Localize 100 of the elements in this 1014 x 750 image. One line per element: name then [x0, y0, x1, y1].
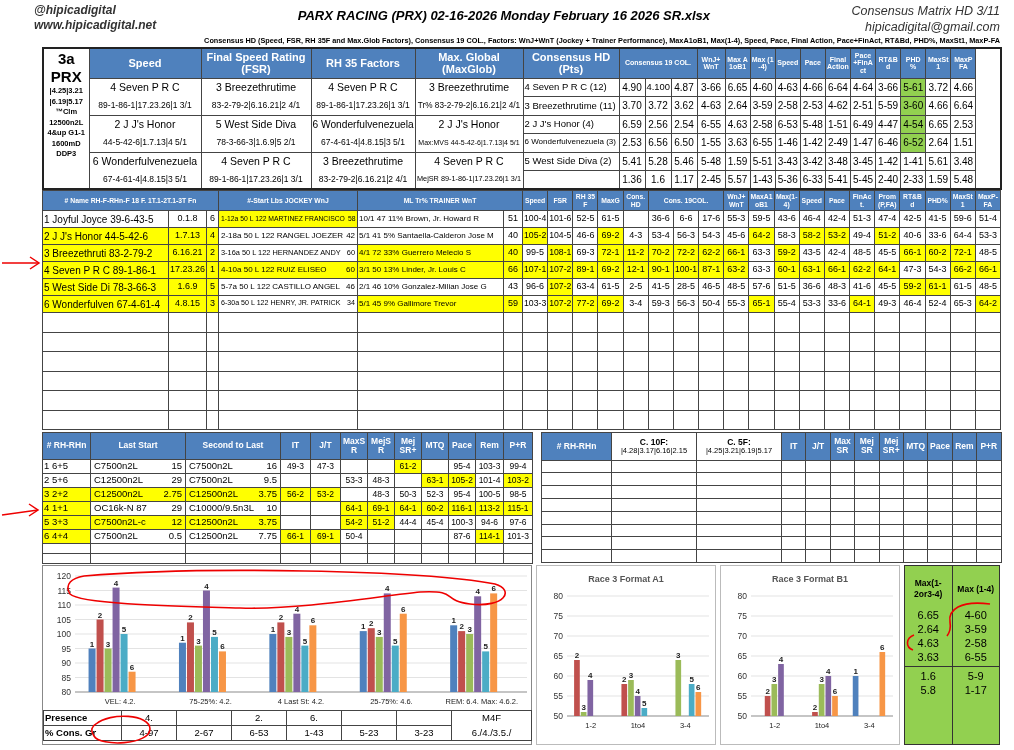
table-cell: 1.6	[920, 669, 936, 683]
column-header: IT	[788, 441, 799, 451]
table-cell: 52-3	[421, 487, 449, 502]
table-cell: 2-33	[900, 170, 926, 189]
column-header: Mej SR	[858, 436, 875, 456]
table-cell: 56-3	[673, 295, 699, 313]
table-cell: 46-5	[698, 278, 724, 296]
bar-label: 1	[853, 667, 858, 676]
table-cell: 100-3	[448, 515, 476, 530]
bar-label: 2	[622, 675, 627, 684]
table-cell: 5-41	[827, 174, 848, 185]
table-cell: 1-47	[853, 137, 873, 149]
table-cell: 61-5	[597, 210, 624, 228]
table-cell: 47-3	[310, 459, 341, 474]
table-cell: 101-6	[547, 210, 573, 228]
consensus-pick: 3 Breezethrutime (11)	[524, 99, 616, 111]
axis-tick-label: 80	[61, 687, 71, 697]
table-cell: 1 Joyful Joyce 39-6-43-5	[42, 210, 169, 228]
column-header: Rem	[480, 440, 499, 451]
table-cell: 4.63	[727, 118, 748, 130]
table-cell: 1-43	[304, 726, 324, 738]
bar	[852, 676, 859, 716]
race-class: C7500n2L	[94, 461, 138, 472]
table-cell: 2.	[255, 711, 263, 723]
bar-label: 5	[393, 636, 398, 646]
bar-label: 3	[286, 627, 292, 637]
table-cell: 41-5	[925, 210, 951, 228]
horse-name: 2 J J's Honor	[114, 117, 176, 130]
table-cell: 6.65	[928, 118, 949, 130]
table-cell: 2/1 46 10% Gonzalez-Milian Jose G	[357, 278, 504, 296]
consensus-pick: 6 Wonderfulvenezuela (3)	[524, 137, 616, 147]
table-cell: 1.36	[622, 174, 642, 185]
horse-figures: 78-3-66-3|1.6.9|5 2/1	[216, 136, 296, 147]
table-cell: 46-6	[572, 227, 598, 245]
bar-label: 4	[588, 671, 593, 680]
bar-label: 6	[129, 662, 135, 672]
table-cell: 61-5	[597, 278, 624, 296]
bar-label: 2	[574, 651, 580, 660]
matrix-label: Consensus Matrix HD 3/11	[851, 3, 1000, 19]
table-cell: 42-5	[899, 210, 925, 228]
chart-title: Race 3 Format A1	[588, 574, 664, 584]
race-value: 0.5	[168, 531, 182, 542]
jockey-text: 5-7a 50 L 122 CASTILLO ANGEL	[221, 282, 340, 292]
table-cell: 4.100	[646, 81, 670, 93]
axis-tick-label: 80	[737, 591, 747, 601]
column-header: C. 5F:	[726, 437, 752, 447]
race-class: C7500n2L-c	[94, 517, 146, 528]
table-cell: 94-6	[475, 515, 504, 530]
table-cell: 5-23	[359, 726, 379, 738]
axis-tick-label: 120	[56, 571, 71, 581]
horse-name: 4 Seven P R C	[328, 80, 398, 93]
race-class: C12500n2L	[94, 475, 144, 486]
table-cell: 3-66	[878, 81, 899, 93]
table-cell: 3.72	[928, 81, 949, 93]
horse-figures: Tr% 83-2-79-2|6.16.21|2 4/1	[417, 101, 521, 110]
consensus-pick: 5 West Side Diva (2)	[524, 155, 612, 167]
table-cell: 95-4	[448, 459, 476, 474]
table-cell: 5.28	[648, 155, 668, 167]
table-cell: 100-4	[522, 210, 548, 228]
chart-title: Race 3 Format B1	[772, 574, 848, 584]
race-value: 29	[171, 503, 182, 514]
table-cell: 1-42	[802, 137, 823, 149]
race-value: 7.75	[258, 531, 277, 542]
table-cell: 49-3	[874, 295, 900, 313]
annotation-arrow	[1, 256, 41, 270]
table-cell: 41-5	[648, 278, 674, 296]
table-cell: 45-5	[874, 244, 900, 262]
horse-name: 6 Wonderfulvenezuela	[92, 154, 198, 167]
bar-label: 6	[880, 643, 885, 652]
bar-label: 4	[294, 604, 300, 614]
table-cell: 1.51	[953, 137, 974, 149]
table-cell: 6.65	[917, 608, 939, 622]
column-header: Pace	[929, 441, 951, 451]
column-header: Consensus HD (Pts)	[531, 51, 611, 76]
table-cell: 2-5	[623, 278, 649, 296]
horse-figures: 89-1-86-1|17.23.26|1 3/1	[98, 99, 192, 110]
jockey-score: 42	[346, 231, 356, 241]
table-cell: 49-4	[849, 227, 875, 245]
horse-figures: 44-5-42-6|1.7.13|4 5/1	[103, 136, 187, 147]
table-cell: 2.54	[674, 118, 694, 130]
table-cell: 61-5	[950, 278, 976, 296]
race-class: OC16k-N 87	[94, 503, 147, 514]
table-cell: 2 5+6	[42, 473, 91, 488]
table-cell: 4.87	[674, 81, 694, 93]
bar-label: 6	[401, 604, 406, 614]
race-class: C7500n2L	[94, 531, 138, 542]
table-cell: 51-3	[849, 210, 875, 228]
m4f-value: 6./4./3.5./	[471, 726, 512, 738]
table-cell: 5.48	[953, 174, 974, 185]
horse-name: 5 West Side Diva	[215, 117, 297, 130]
jockey-score: 60	[346, 265, 355, 275]
axis-tick-label: 50	[737, 711, 747, 721]
table-cell: 2-49	[827, 137, 848, 149]
table-cell: 44-4	[394, 515, 422, 530]
table-cell: 63-3	[748, 244, 775, 262]
bar-label: 4	[113, 578, 119, 588]
table-cell: 48-3	[824, 278, 850, 296]
column-header: Mej SR+	[399, 435, 417, 455]
table-cell: 104-5	[547, 227, 573, 245]
table-cell: 5.8	[920, 683, 936, 697]
